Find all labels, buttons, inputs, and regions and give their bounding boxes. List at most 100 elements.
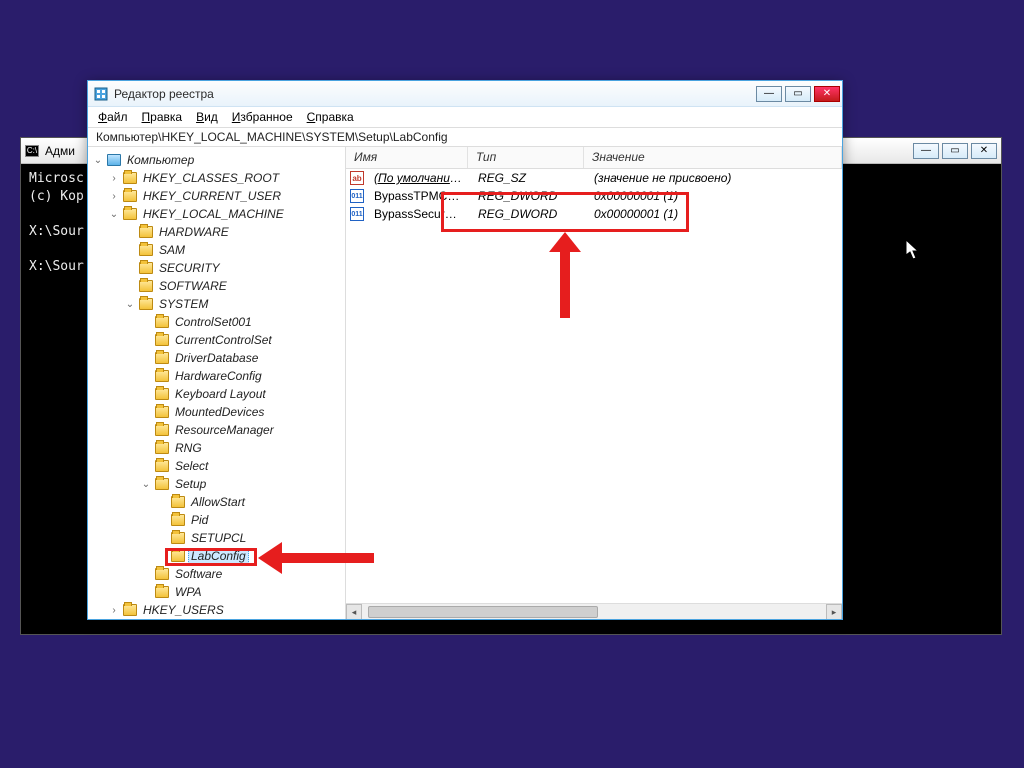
tree-item-software[interactable]: SOFTWARE bbox=[124, 277, 345, 295]
tree-item-label: DriverDatabase bbox=[172, 351, 261, 365]
menu-favorites[interactable]: Избранное bbox=[232, 110, 293, 124]
menu-edit[interactable]: Правка bbox=[142, 110, 183, 124]
tree-item-rng[interactable]: RNG bbox=[140, 439, 345, 457]
tree-item-controlset001[interactable]: ControlSet001 bbox=[140, 313, 345, 331]
tree-item-label: CurrentControlSet bbox=[172, 333, 275, 347]
col-header-type[interactable]: Тип bbox=[468, 147, 584, 168]
reg-dword-icon: 011 bbox=[350, 189, 364, 203]
cmd-line-3: X:\Sour bbox=[29, 224, 84, 239]
regedit-titlebar[interactable]: Редактор реестра — ▭ ✕ bbox=[88, 81, 842, 107]
tree-item-software[interactable]: Software bbox=[140, 565, 345, 583]
cmd-maximize-button[interactable]: ▭ bbox=[942, 143, 968, 159]
tree-item-label: RNG bbox=[172, 441, 205, 455]
regedit-close-button[interactable]: ✕ bbox=[814, 86, 840, 102]
menu-help[interactable]: Справка bbox=[307, 110, 354, 124]
cmd-close-button[interactable]: ✕ bbox=[971, 143, 997, 159]
tree-item-hkey-classes-root[interactable]: ›HKEY_CLASSES_ROOT bbox=[108, 169, 345, 187]
tree-item-hardwareconfig[interactable]: HardwareConfig bbox=[140, 367, 345, 385]
folder-icon bbox=[155, 478, 169, 490]
menu-view[interactable]: Вид bbox=[196, 110, 218, 124]
cmd-icon: C:\ bbox=[25, 145, 39, 157]
folder-icon bbox=[155, 406, 169, 418]
tree-item-label: HKEY_CURRENT_USER bbox=[140, 189, 284, 203]
tree-item-mounteddevices[interactable]: MountedDevices bbox=[140, 403, 345, 421]
registry-value-row[interactable]: 011BypassTPMCheckREG_DWORD0x00000001 (1) bbox=[346, 187, 842, 205]
folder-icon bbox=[139, 298, 153, 310]
tree-item-system[interactable]: ⌄ SYSTEM bbox=[124, 295, 345, 313]
tree-item--[interactable]: ⌄ Компьютер bbox=[92, 151, 345, 169]
folder-icon bbox=[155, 586, 169, 598]
tree-item-labconfig[interactable]: LabConfig bbox=[156, 547, 345, 565]
regedit-maximize-button[interactable]: ▭ bbox=[785, 86, 811, 102]
regedit-minimize-button[interactable]: — bbox=[756, 86, 782, 102]
value-type: REG_DWORD bbox=[470, 207, 586, 221]
registry-value-row[interactable]: ab(По умолчанию)REG_SZ(значение не присв… bbox=[346, 169, 842, 187]
tree-item-hkey-users[interactable]: ›HKEY_USERS bbox=[108, 601, 345, 619]
tree-item-label: SECURITY bbox=[156, 261, 223, 275]
computer-icon bbox=[107, 154, 121, 166]
registry-value-row[interactable]: 011BypassSecureBo...REG_DWORD0x00000001 … bbox=[346, 205, 842, 223]
regedit-list-panel[interactable]: Имя Тип Значение ab(По умолчанию)REG_SZ(… bbox=[346, 147, 842, 619]
tree-item-setup[interactable]: ⌄Setup bbox=[140, 475, 345, 493]
tree-expand-toggle[interactable]: ⌄ bbox=[124, 299, 136, 310]
regedit-list-header: Имя Тип Значение bbox=[346, 147, 842, 169]
folder-icon bbox=[171, 496, 185, 508]
col-header-name[interactable]: Имя bbox=[346, 147, 468, 168]
folder-icon bbox=[139, 244, 153, 256]
cmd-line-5: X:\Sour bbox=[29, 259, 84, 274]
value-name: (По умолчанию) bbox=[366, 171, 470, 185]
tree-item-hardware[interactable]: HARDWARE bbox=[124, 223, 345, 241]
tree-item-select[interactable]: Select bbox=[140, 457, 345, 475]
tree-item-sam[interactable]: SAM bbox=[124, 241, 345, 259]
tree-item-setupcl[interactable]: SETUPCL bbox=[156, 529, 345, 547]
scroll-right-button[interactable]: ▸ bbox=[826, 604, 842, 619]
tree-item-currentcontrolset[interactable]: CurrentControlSet bbox=[140, 331, 345, 349]
tree-item-hkey-local-machine[interactable]: ⌄HKEY_LOCAL_MACHINE bbox=[108, 205, 345, 223]
tree-item-label: ResourceManager bbox=[172, 423, 277, 437]
folder-icon bbox=[155, 316, 169, 328]
tree-expand-toggle[interactable]: › bbox=[108, 605, 120, 616]
value-type: REG_DWORD bbox=[470, 189, 586, 203]
folder-icon bbox=[139, 280, 153, 292]
tree-item-allowstart[interactable]: AllowStart bbox=[156, 493, 345, 511]
value-data: (значение не присвоено) bbox=[586, 171, 842, 185]
folder-icon bbox=[139, 226, 153, 238]
tree-item-label: AllowStart bbox=[188, 495, 248, 509]
cmd-minimize-button[interactable]: — bbox=[913, 143, 939, 159]
tree-item-label: Компьютер bbox=[124, 153, 197, 167]
tree-item-hkey-current-user[interactable]: › HKEY_CURRENT_USER bbox=[108, 187, 345, 205]
regedit-address-bar[interactable]: Компьютер\HKEY_LOCAL_MACHINE\SYSTEM\Setu… bbox=[88, 127, 842, 147]
value-name: BypassTPMCheck bbox=[366, 189, 470, 203]
tree-item-label: LabConfig bbox=[188, 548, 249, 564]
folder-icon bbox=[123, 190, 137, 202]
col-header-value[interactable]: Значение bbox=[584, 147, 842, 168]
menu-file[interactable]: Файл bbox=[98, 110, 128, 124]
value-name: BypassSecureBo... bbox=[366, 207, 470, 221]
regedit-tree-panel[interactable]: ⌄Компьютер›HKEY_CLASSES_ROOT›HKEY_CURREN… bbox=[88, 147, 346, 619]
tree-expand-toggle[interactable]: ⌄ bbox=[140, 479, 152, 490]
list-horizontal-scrollbar[interactable]: ◂ ▸ bbox=[346, 603, 842, 619]
regedit-menu-bar: Файл Правка Вид Избранное Справка bbox=[88, 107, 842, 127]
regedit-title: Редактор реестра bbox=[114, 87, 214, 101]
cmd-line-1: (c) Кор bbox=[29, 189, 84, 204]
tree-item-label: Pid bbox=[188, 513, 211, 527]
scroll-left-button[interactable]: ◂ bbox=[346, 604, 362, 619]
tree-item-security[interactable]: SECURITY bbox=[124, 259, 345, 277]
folder-icon bbox=[155, 352, 169, 364]
tree-item-label: SOFTWARE bbox=[156, 279, 230, 293]
cmd-line-0: Microsc bbox=[29, 171, 84, 186]
tree-expand-toggle[interactable]: › bbox=[108, 191, 120, 202]
scroll-thumb[interactable] bbox=[368, 606, 598, 618]
tree-item-resourcemanager[interactable]: ResourceManager bbox=[140, 421, 345, 439]
tree-item-pid[interactable]: Pid bbox=[156, 511, 345, 529]
tree-item-driverdatabase[interactable]: DriverDatabase bbox=[140, 349, 345, 367]
tree-item-label: SYSTEM bbox=[156, 297, 211, 311]
value-data: 0x00000001 (1) bbox=[586, 207, 842, 221]
tree-item-wpa[interactable]: WPA bbox=[140, 583, 345, 601]
tree-item-keyboard-layout[interactable]: Keyboard Layout bbox=[140, 385, 345, 403]
folder-icon bbox=[155, 370, 169, 382]
tree-expand-toggle[interactable]: ⌄ bbox=[92, 155, 104, 166]
tree-expand-toggle[interactable]: › bbox=[108, 173, 120, 184]
folder-icon bbox=[155, 460, 169, 472]
tree-expand-toggle[interactable]: ⌄ bbox=[108, 209, 120, 220]
